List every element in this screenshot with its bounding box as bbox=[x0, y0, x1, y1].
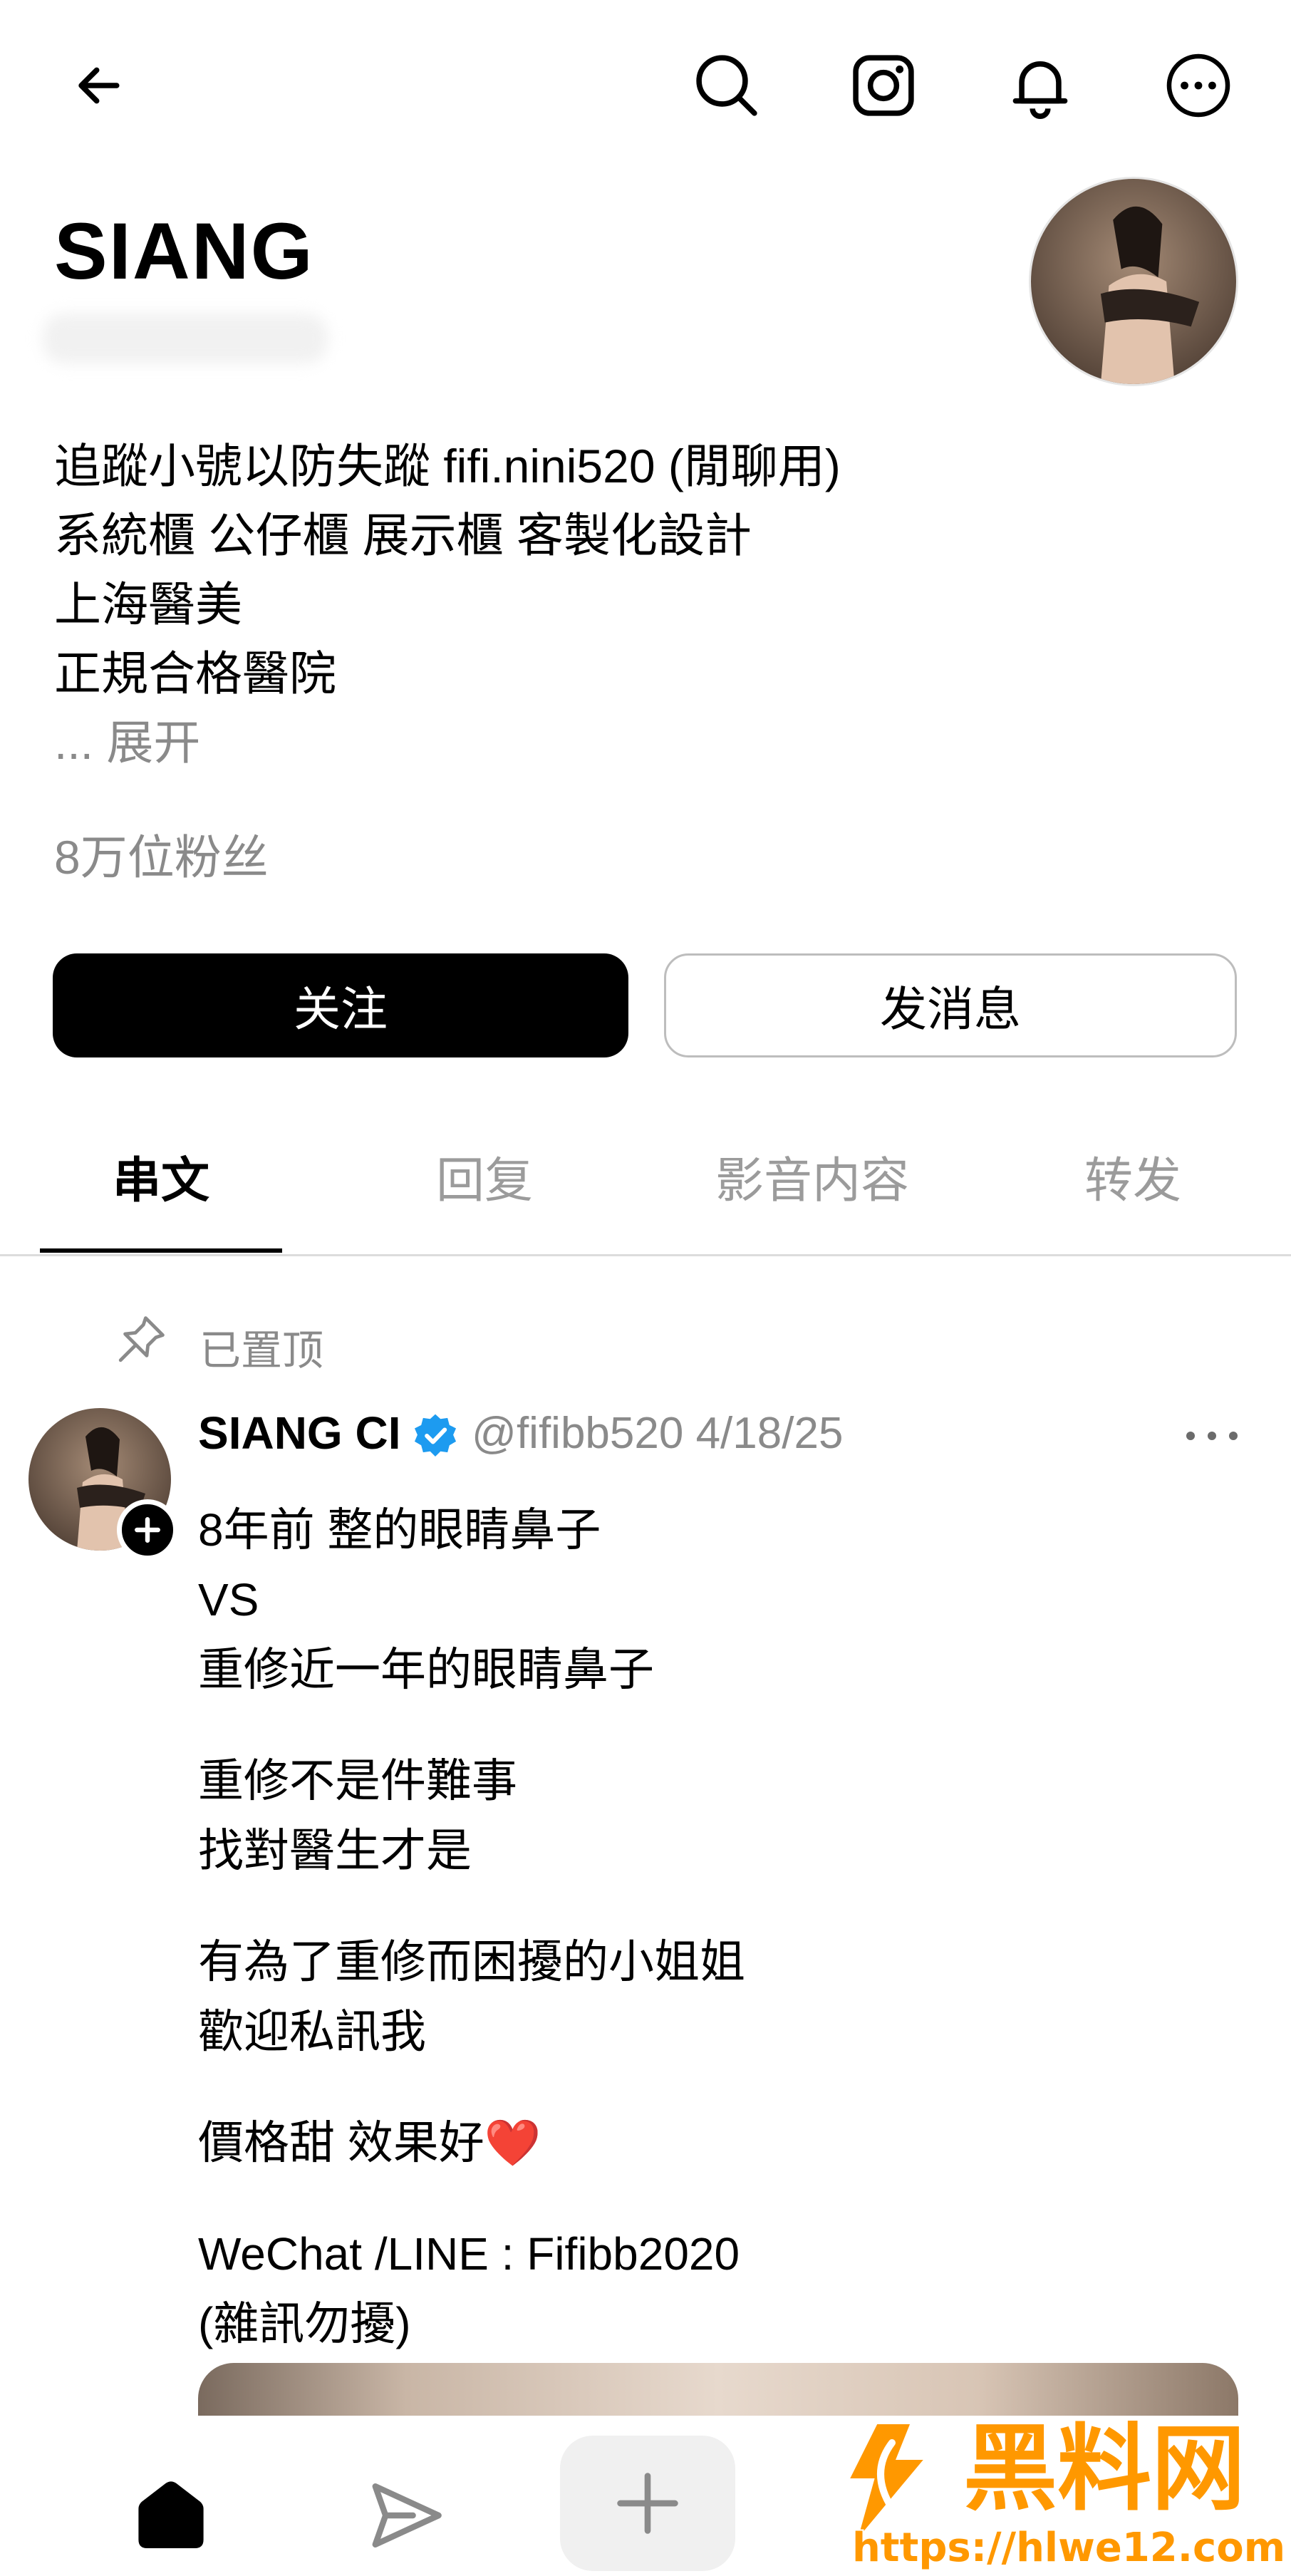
post-author-name[interactable]: SIANG CI bbox=[198, 1407, 400, 1459]
avatar-photo bbox=[1031, 179, 1236, 384]
post-line: 8年前 整的眼睛鼻子 bbox=[198, 1504, 601, 1556]
tab-threads[interactable]: 串文 bbox=[40, 1112, 282, 1240]
bio-line: 系統櫃 公仔櫃 展示櫃 客製化設計 bbox=[54, 509, 752, 562]
notifications-button[interactable] bbox=[997, 43, 1083, 128]
post-paragraph: 有為了重修而困擾的小姐姐 歡迎私訊我 bbox=[198, 1927, 745, 2067]
back-arrow-icon bbox=[78, 67, 120, 104]
profile-name: SIANG bbox=[54, 207, 314, 296]
follow-plus-button[interactable] bbox=[117, 1499, 178, 1561]
send-icon[interactable] bbox=[363, 2473, 449, 2558]
post-paragraph: 價格甜 效果好❤️ bbox=[198, 2108, 745, 2178]
home-icon[interactable] bbox=[128, 2471, 214, 2557]
watermark-logo: 黑料网 https://hlwe12.com bbox=[845, 2413, 1282, 2572]
instagram-icon bbox=[853, 55, 914, 116]
tabs-divider bbox=[0, 1254, 1291, 1256]
profile-avatar[interactable] bbox=[1029, 177, 1238, 386]
blurred-username bbox=[43, 314, 328, 363]
post-line: 價格甜 效果好❤️ bbox=[198, 2117, 541, 2168]
post-line: VS bbox=[198, 1574, 259, 1625]
bio-line: 追蹤小號以防失蹤 fifi.nini520 (閒聊用) bbox=[54, 440, 841, 492]
search-button[interactable] bbox=[684, 43, 769, 128]
more-options-button[interactable] bbox=[1156, 43, 1241, 128]
tab-reposts[interactable]: 转发 bbox=[1012, 1112, 1254, 1240]
post-line: 找對醫生才是 bbox=[198, 1825, 472, 1876]
post-body: 8年前 整的眼睛鼻子 VS 重修近一年的眼睛鼻子 重修不是件難事 找對醫生才是 … bbox=[198, 1495, 745, 2359]
instagram-button[interactable] bbox=[841, 43, 926, 128]
bio-line: 上海醫美 bbox=[54, 578, 242, 631]
verified-badge-icon bbox=[414, 1414, 457, 1457]
follow-button[interactable]: 关注 bbox=[53, 953, 628, 1057]
post-paragraph: 8年前 整的眼睛鼻子 VS 重修近一年的眼睛鼻子 bbox=[198, 1495, 745, 1705]
watermark-url: https://hlwe12.com bbox=[852, 2525, 1282, 2571]
post-paragraph: 重修不是件難事 找對醫生才是 bbox=[198, 1746, 745, 1886]
post-more-icon[interactable] bbox=[1180, 1418, 1244, 1454]
post-line: WeChat /LINE : Fifibb2020 bbox=[198, 2228, 740, 2280]
post-line: 重修近一年的眼睛鼻子 bbox=[198, 1644, 654, 1695]
pinned-label: 已置顶 bbox=[199, 1328, 324, 1374]
post-line: 有為了重修而困擾的小姐姐 bbox=[198, 1936, 745, 1987]
bell-icon bbox=[1012, 61, 1068, 119]
back-button[interactable] bbox=[57, 43, 142, 128]
expand-bio-link[interactable]: ... 展开 bbox=[54, 708, 841, 777]
post-line: 歡迎私訊我 bbox=[198, 2006, 426, 2057]
post-handle-date: @fifibb520 4/18/25 bbox=[472, 1409, 844, 1458]
active-tab-indicator bbox=[40, 1248, 282, 1253]
tab-replies[interactable]: 回复 bbox=[363, 1112, 606, 1240]
post-paragraph: WeChat /LINE : Fifibb2020 (雜訊勿擾) bbox=[198, 2219, 745, 2359]
plus-icon bbox=[135, 1517, 160, 1543]
more-horizontal-icon bbox=[1166, 53, 1230, 118]
search-icon bbox=[696, 55, 757, 116]
create-button[interactable] bbox=[560, 2436, 735, 2571]
profile-bio: 追蹤小號以防失蹤 fifi.nini520 (閒聊用) 系統櫃 公仔櫃 展示櫃 … bbox=[54, 432, 841, 777]
pin-icon bbox=[118, 1316, 165, 1362]
tab-media[interactable]: 影音内容 bbox=[677, 1112, 948, 1240]
followers-count[interactable]: 8万位粉丝 bbox=[54, 819, 269, 888]
bio-line: 正規合格醫院 bbox=[54, 647, 336, 700]
create-plus-icon bbox=[617, 2473, 678, 2534]
post-line: (雜訊勿擾) bbox=[198, 2298, 411, 2349]
message-button[interactable]: 发消息 bbox=[664, 953, 1237, 1057]
watermark-title: 黑料网 bbox=[963, 2414, 1245, 2524]
post-line: 重修不是件難事 bbox=[198, 1755, 517, 1806]
